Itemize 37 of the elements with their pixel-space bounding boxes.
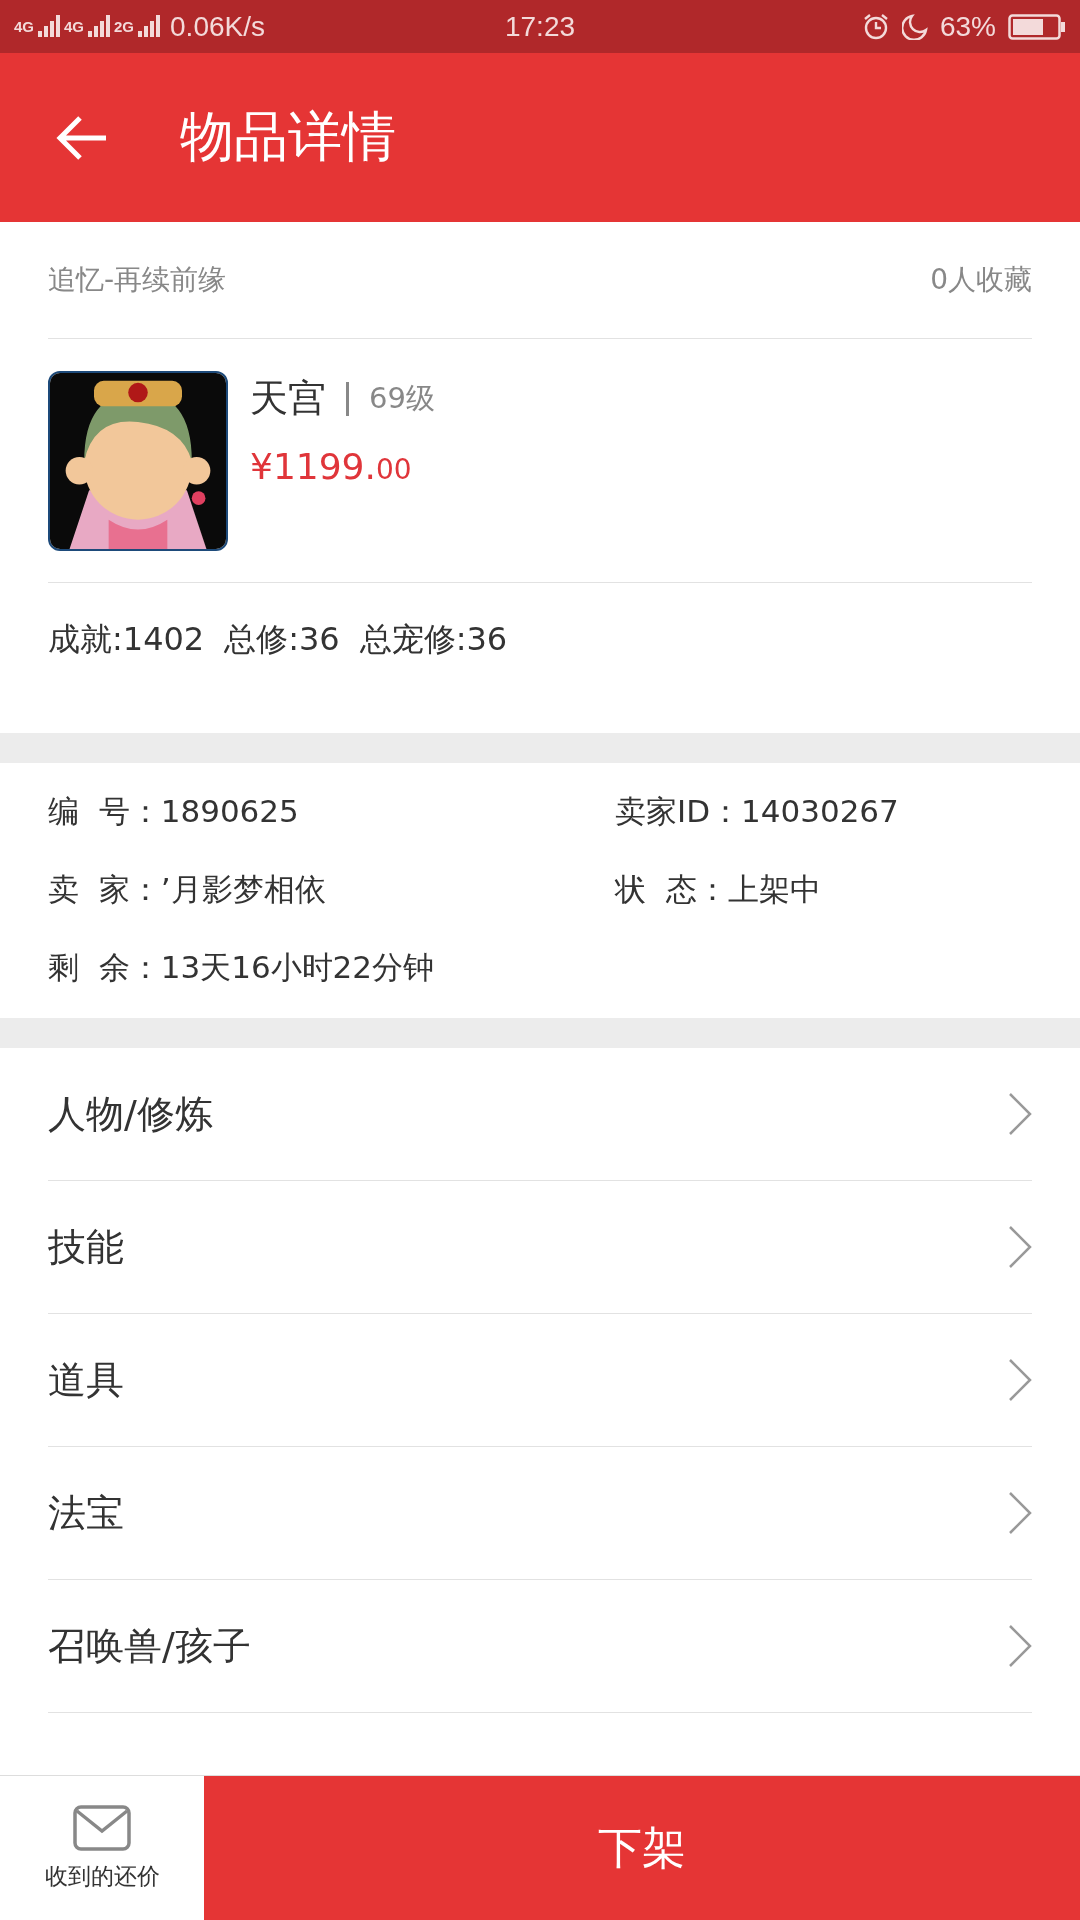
- delist-button[interactable]: 下架: [204, 1776, 1080, 1920]
- stat-text: 总宠修:36: [359, 619, 508, 660]
- character-level: 69级: [369, 379, 435, 417]
- info-text: 卖家ID：14030267: [615, 792, 900, 831]
- network-label: 4G: [14, 18, 34, 35]
- battery-percent: 63%: [939, 10, 996, 43]
- signal-icon: [38, 14, 60, 39]
- menu-item[interactable]: 法宝: [48, 1447, 1032, 1580]
- server-name: 追忆-再续前缘: [48, 262, 227, 298]
- network-label: 2G: [114, 18, 135, 35]
- info-text: 编 号：1890625: [48, 792, 300, 831]
- signal-icon: [138, 14, 161, 39]
- menu-item[interactable]: 技能: [48, 1181, 1032, 1314]
- character-name: 天宫: [250, 375, 326, 422]
- chevron-icon: [1008, 1092, 1032, 1136]
- signal-icon: [88, 14, 111, 39]
- info-text: 卖 家：’月影梦相依: [48, 870, 327, 909]
- battery-icon: [1008, 12, 1066, 41]
- chevron-icon: [1008, 1358, 1032, 1402]
- stat-text: 成就:1402: [48, 619, 205, 660]
- chevron-icon: [1008, 1491, 1032, 1535]
- menu-item[interactable]: 召唤兽/孩子: [48, 1580, 1032, 1713]
- moon-icon: [901, 13, 928, 40]
- favorite-count: 0人收藏: [930, 262, 1032, 298]
- menu-item[interactable]: 道具: [48, 1314, 1032, 1447]
- page-title: 物品详情: [180, 104, 396, 170]
- menu-item[interactable]: 人物/修炼: [48, 1048, 1032, 1181]
- clock: 17:23: [504, 10, 576, 42]
- network-label: 4G: [64, 18, 85, 35]
- price: ¥1199.00: [250, 446, 413, 487]
- chevron-icon: [1008, 1225, 1032, 1269]
- stat-text: 总修:36: [224, 619, 340, 660]
- mail-icon: [73, 1804, 131, 1851]
- chevron-icon: [1008, 1624, 1032, 1668]
- info-text: 剩 余：13天16小时22分钟: [48, 948, 436, 987]
- network-speed: 0.06K/s: [170, 10, 265, 43]
- info-text: 状 态：上架中: [615, 870, 822, 909]
